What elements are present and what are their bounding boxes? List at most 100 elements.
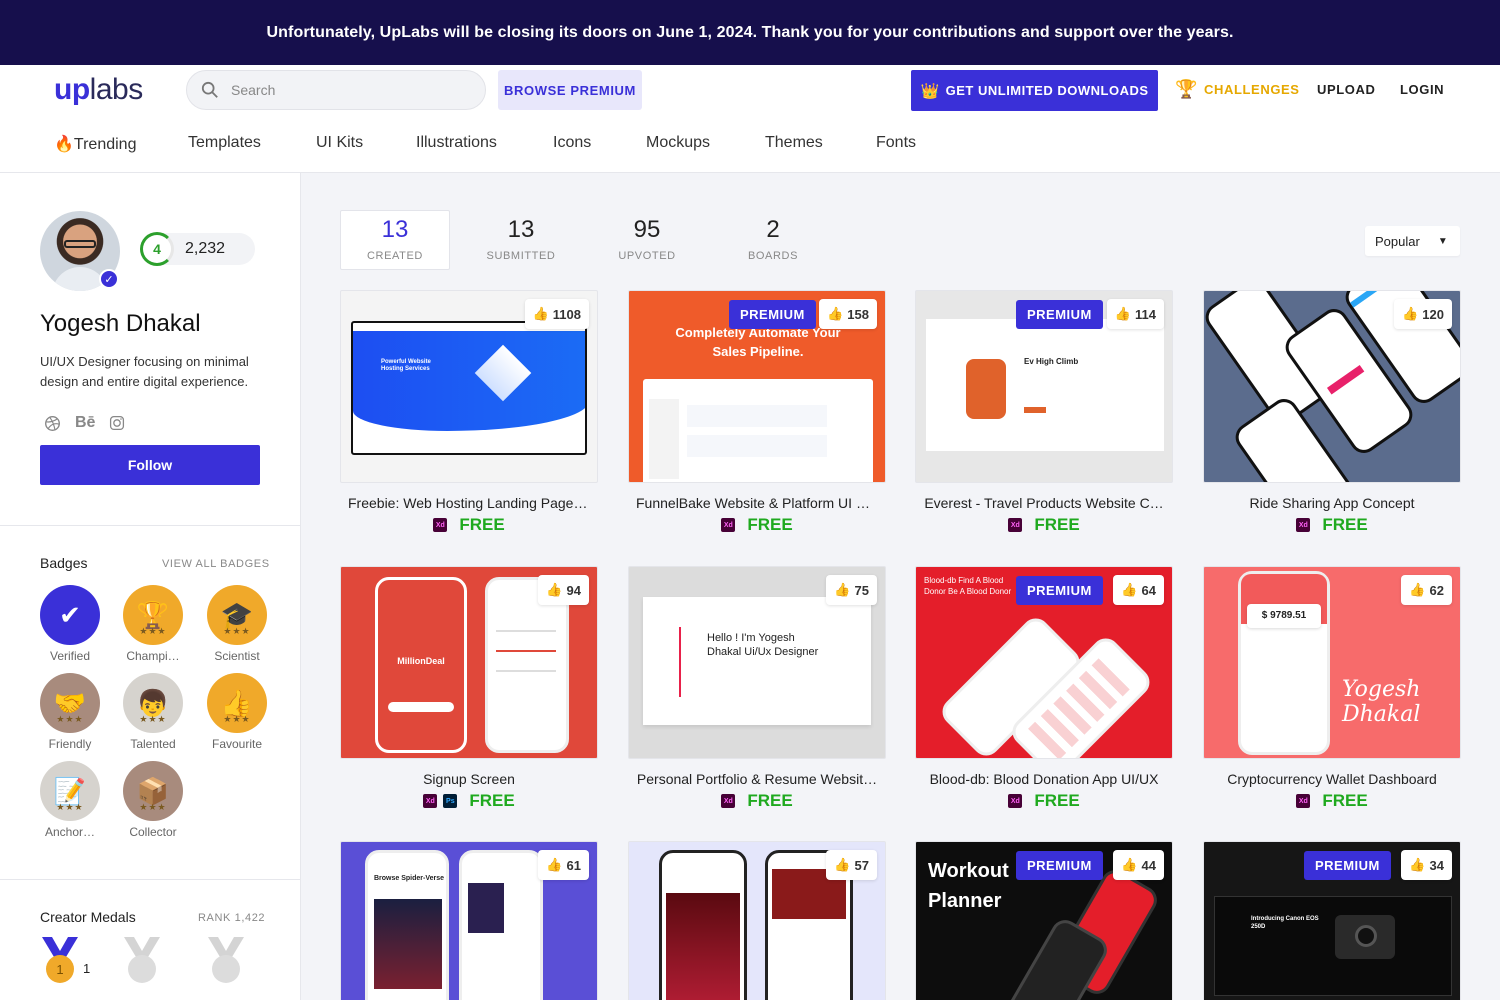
design-card[interactable]: Browse Spider-Verse 👍 61: [340, 841, 598, 1000]
design-card[interactable]: Blood-db Find A Blood Donor Be A Blood D…: [915, 566, 1173, 811]
category-ui-kits[interactable]: UI Kits: [316, 134, 363, 152]
card-thumbnail[interactable]: Browse Spider-Verse 👍 61: [340, 841, 598, 1000]
design-card[interactable]: Workout Planner PREMIUM 👍 44: [915, 841, 1173, 1000]
card-title[interactable]: Freebie: Web Hosting Landing Page …: [340, 495, 598, 511]
card-title[interactable]: Personal Portfolio & Resume Websit…: [628, 771, 886, 787]
card-title[interactable]: Cryptocurrency Wallet Dashboard: [1203, 771, 1461, 787]
card-thumbnail[interactable]: Workout Planner PREMIUM 👍 44: [915, 841, 1173, 1000]
card-thumbnail[interactable]: Powerful Website Hosting Services 👍 1108: [340, 290, 598, 483]
card-title[interactable]: FunnelBake Website & Platform UI D…: [628, 495, 886, 511]
stat-upvoted[interactable]: 95 UPVOTED: [592, 216, 702, 262]
card-title[interactable]: Everest - Travel Products Website C…: [915, 495, 1173, 511]
badge-label: Verified: [49, 649, 91, 663]
sort-value: Popular: [1375, 233, 1420, 249]
dribbble-icon[interactable]: [44, 415, 61, 432]
design-card[interactable]: Powerful Website Hosting Services 👍 1108 …: [340, 290, 598, 535]
likes-button[interactable]: 👍 1108: [524, 299, 589, 329]
likes-button[interactable]: 👍 75: [826, 575, 877, 605]
badge-collector[interactable]: 📦 ★★★ Collector: [123, 761, 183, 839]
card-thumbnail[interactable]: 👍 57: [628, 841, 886, 1000]
uplabs-logo[interactable]: uplabs: [54, 73, 143, 107]
profile-sidebar: ✓ 4 2,232 Yogesh Dhakal UI/UX Designer f…: [0, 173, 301, 1000]
badge-favourite[interactable]: 👍 ★★★ Favourite: [207, 673, 267, 751]
likes-button[interactable]: 👍 94: [538, 575, 589, 605]
stat-boards[interactable]: 2 BOARDS: [718, 216, 828, 262]
search-input[interactable]: [231, 82, 471, 98]
login-link[interactable]: LOGIN: [1400, 82, 1444, 97]
search-box[interactable]: [186, 70, 486, 110]
badge-friendly[interactable]: 🤝 ★★★ Friendly: [40, 673, 100, 751]
handshake-icon: 🤝 ★★★: [40, 673, 100, 733]
card-title[interactable]: Ride Sharing App Concept: [1203, 495, 1461, 511]
view-all-badges-link[interactable]: VIEW ALL BADGES: [162, 558, 270, 570]
design-card[interactable]: Completely Automate Your Sales Pipeline.…: [628, 290, 886, 535]
trophy-icon: 🏆 ★★★: [123, 585, 183, 645]
likes-button[interactable]: 👍 57: [826, 850, 877, 880]
badge-champion[interactable]: 🏆 ★★★ Champi…: [123, 585, 183, 663]
rank-value: RANK 1,422: [198, 912, 266, 924]
likes-button[interactable]: 👍 120: [1394, 299, 1452, 329]
card-thumbnail[interactable]: $ 9789.51 Yogesh Dhakal 👍 62: [1203, 566, 1461, 759]
design-card[interactable]: $ 9789.51 Yogesh Dhakal 👍 62 Cryptocurren…: [1203, 566, 1461, 811]
stat-submitted[interactable]: 13 SUBMITTED: [466, 216, 576, 262]
card-thumbnail[interactable]: Hello ! I'm Yogesh Dhakal Ui/Ux Designer…: [628, 566, 886, 759]
thumbs-up-icon: 👍: [1121, 582, 1138, 597]
category-themes[interactable]: Themes: [765, 134, 823, 152]
bronze-medal-icon[interactable]: [206, 935, 246, 985]
card-thumbnail[interactable]: Ev High Climb PREMIUM 👍 114: [915, 290, 1173, 483]
get-unlimited-downloads-button[interactable]: 👑 GET UNLIMITED DOWNLOADS: [911, 70, 1158, 111]
category-trending[interactable]: 🔥Trending: [54, 134, 136, 154]
design-card[interactable]: MillionDeal 👍 94 Signup Screen Xd Ps FREE: [340, 566, 598, 811]
design-card[interactable]: Ev High Climb PREMIUM 👍 114 Everest - Tra…: [915, 290, 1173, 535]
likes-count: 44: [1141, 857, 1156, 873]
sort-select[interactable]: Popular ▼: [1365, 226, 1460, 256]
badge-anchor[interactable]: 📝 ★★★ Anchor…: [40, 761, 100, 839]
gold-medal-icon[interactable]: 1: [40, 935, 80, 985]
instagram-icon[interactable]: [109, 415, 125, 431]
browse-premium-button[interactable]: BROWSE PREMIUM: [498, 70, 642, 110]
likes-button[interactable]: 👍 64: [1113, 575, 1164, 605]
card-title[interactable]: Blood-db: Blood Donation App UI/UX: [915, 771, 1173, 787]
challenges-link[interactable]: 🏆 CHALLENGES: [1175, 79, 1300, 100]
likes-count: 158: [847, 306, 869, 322]
stat-created[interactable]: 13 CREATED: [340, 216, 450, 262]
design-card[interactable]: 👍 57: [628, 841, 886, 1000]
thumbs-up-icon: 👍: [546, 857, 563, 872]
badge-label: Collector: [129, 825, 177, 839]
upload-link[interactable]: UPLOAD: [1317, 82, 1376, 97]
likes-button[interactable]: 👍 34: [1401, 850, 1452, 880]
likes-button[interactable]: 👍 114: [1106, 299, 1164, 329]
likes-count: 62: [1429, 582, 1444, 598]
design-card[interactable]: 👍 120 Ride Sharing App Concept Xd FREE: [1203, 290, 1461, 535]
silver-medal-icon[interactable]: [122, 935, 162, 985]
unlimited-label: GET UNLIMITED DOWNLOADS: [945, 83, 1149, 98]
likes-button[interactable]: 👍 62: [1401, 575, 1452, 605]
card-title[interactable]: Signup Screen: [340, 771, 598, 787]
card-thumbnail[interactable]: Blood-db Find A Blood Donor Be A Blood D…: [915, 566, 1173, 759]
category-illustrations[interactable]: Illustrations: [416, 134, 497, 152]
premium-badge: PREMIUM: [1016, 851, 1103, 880]
follow-button[interactable]: Follow: [40, 445, 260, 485]
category-mockups[interactable]: Mockups: [646, 134, 710, 152]
category-icons[interactable]: Icons: [553, 134, 591, 152]
category-templates[interactable]: Templates: [188, 134, 261, 152]
card-meta: Xd FREE: [915, 791, 1173, 811]
badge-scientist[interactable]: 🎓 ★★★ Scientist: [207, 585, 267, 663]
card-thumbnail[interactable]: Completely Automate Your Sales Pipeline.…: [628, 290, 886, 483]
behance-icon[interactable]: Bē: [75, 414, 95, 432]
badge-verified[interactable]: ✔ Verified: [40, 585, 100, 663]
design-card[interactable]: Introducing Canon EOS 250D PREMIUM 👍 34: [1203, 841, 1461, 1000]
profile-bio: UI/UX Designer focusing on minimal desig…: [40, 354, 249, 389]
xd-icon: Xd: [1008, 518, 1023, 532]
category-fonts[interactable]: Fonts: [876, 134, 916, 152]
likes-button[interactable]: 👍 44: [1113, 850, 1164, 880]
badge-talented[interactable]: 👦 ★★★ Talented: [123, 673, 183, 751]
thumbs-up-icon: 👍: [1409, 857, 1426, 872]
design-card[interactable]: Hello ! I'm Yogesh Dhakal Ui/Ux Designer…: [628, 566, 886, 811]
card-thumbnail[interactable]: Introducing Canon EOS 250D PREMIUM 👍 34: [1203, 841, 1461, 1000]
trophy-icon: 🏆: [1175, 79, 1199, 99]
likes-button[interactable]: 👍 158: [819, 299, 877, 329]
likes-button[interactable]: 👍 61: [538, 850, 589, 880]
card-thumbnail[interactable]: 👍 120: [1203, 290, 1461, 483]
card-thumbnail[interactable]: MillionDeal 👍 94: [340, 566, 598, 759]
